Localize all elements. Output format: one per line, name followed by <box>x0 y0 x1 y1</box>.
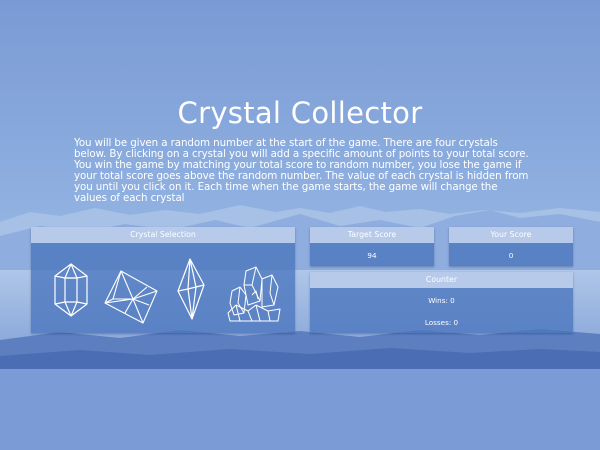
losses-count: Losses: 0 <box>424 318 459 327</box>
bipyramid-crystal-icon <box>177 258 205 320</box>
game-instructions: You will be given a random number at the… <box>74 137 529 204</box>
wins-count: Wins: 0 <box>428 296 455 305</box>
your-score-header: Your Score <box>449 227 573 243</box>
crystal-button-1[interactable] <box>51 262 91 318</box>
mountain-background <box>0 0 600 450</box>
hexagonal-crystal-icon <box>54 263 88 317</box>
crystal-button-3[interactable] <box>176 257 206 321</box>
game-screen: Crystal Collector You will be given a ra… <box>0 0 600 450</box>
crystal-button-2[interactable] <box>103 269 159 325</box>
target-score-value: 94 <box>367 251 377 260</box>
counter-panel: Counter Wins: 0 Losses: 0 <box>310 272 573 333</box>
your-score-panel: Your Score 0 <box>449 227 573 266</box>
crystal-selection-header: Crystal Selection <box>31 227 295 243</box>
octahedron-crystal-icon <box>104 270 158 324</box>
crystal-cluster-icon <box>227 266 281 322</box>
game-title: Crystal Collector <box>177 96 423 130</box>
target-score-header: Target Score <box>310 227 434 243</box>
crystal-button-4[interactable] <box>226 265 282 323</box>
crystal-selection-panel: Crystal Selection <box>31 227 295 333</box>
your-score-value: 0 <box>508 251 514 260</box>
target-score-panel: Target Score 94 <box>310 227 434 266</box>
counter-header: Counter <box>310 272 573 288</box>
